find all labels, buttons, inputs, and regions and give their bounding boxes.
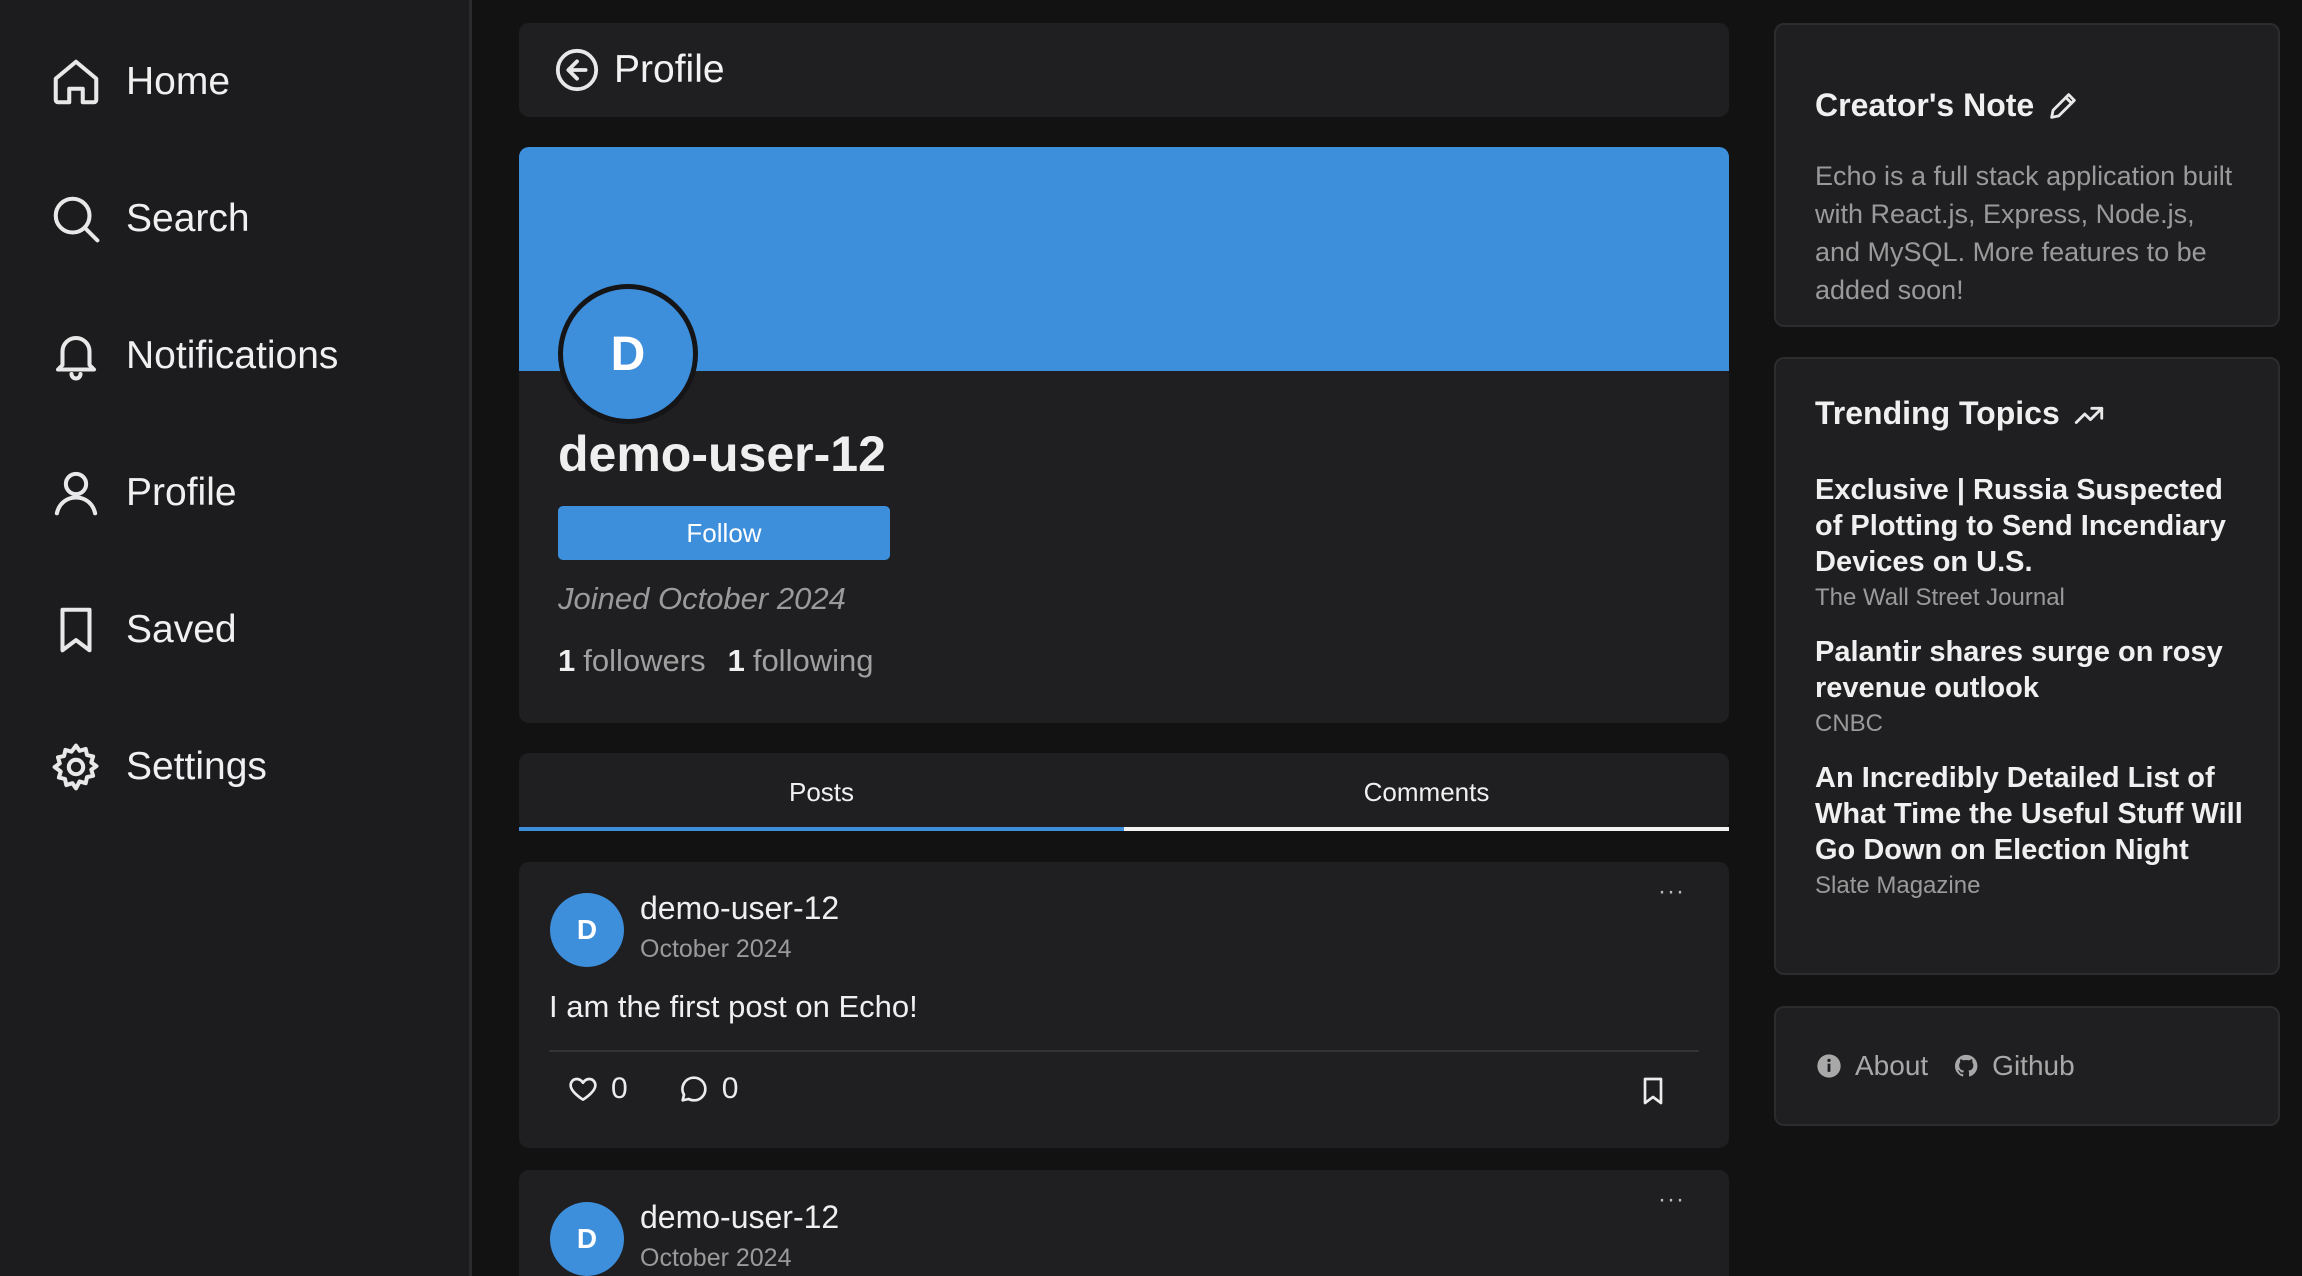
follow-stats: 1 followers 1 following xyxy=(558,643,873,679)
sidebar-item-search[interactable]: Search xyxy=(48,187,250,251)
profile-card: D demo-user-12 Follow Joined October 202… xyxy=(519,147,1729,723)
about-link[interactable]: About xyxy=(1815,1050,1928,1082)
creator-note-card: Creator's Note Echo is a full stack appl… xyxy=(1774,23,2280,327)
sidebar-item-label: Settings xyxy=(126,745,267,788)
post-author[interactable]: demo-user-12 xyxy=(640,1199,839,1236)
following-label: following xyxy=(752,643,874,678)
home-icon xyxy=(48,54,104,110)
post-card: D demo-user-12 October 2024 ··· I am the… xyxy=(519,862,1729,1148)
creator-note-text: Echo is a full stack application built w… xyxy=(1815,161,2233,305)
github-label: Github xyxy=(1992,1050,2075,1081)
followers-link[interactable]: 1 followers xyxy=(558,643,706,679)
post-actions: 0 0 xyxy=(567,1072,788,1106)
sidebar-item-label: Home xyxy=(126,60,231,103)
user-icon xyxy=(48,465,104,521)
tab-posts[interactable]: Posts xyxy=(519,753,1124,831)
profile-tabs: Posts Comments xyxy=(519,753,1729,831)
trending-title: Trending Topics xyxy=(1815,395,2106,432)
github-link[interactable]: Github xyxy=(1952,1050,2075,1082)
following-link[interactable]: 1 following xyxy=(728,643,874,679)
trending-card: Trending Topics Exclusive | Russia Suspe… xyxy=(1774,357,2280,975)
arrow-left-circle-icon xyxy=(555,48,599,92)
sidebar-item-profile[interactable]: Profile xyxy=(48,461,237,525)
sidebar-item-label: Profile xyxy=(126,471,237,514)
page-title: Profile xyxy=(614,48,725,91)
trending-item[interactable]: Palantir shares surge on rosy revenue ou… xyxy=(1815,634,2255,738)
trending-title-text: Trending Topics xyxy=(1815,395,2060,431)
followers-count: 1 xyxy=(558,643,576,678)
bookmark-icon xyxy=(48,602,104,658)
comment-icon xyxy=(680,1076,707,1102)
footer-links: About Github xyxy=(1815,1050,2099,1082)
creator-note-title-text: Creator's Note xyxy=(1815,87,2035,123)
more-options-button[interactable]: ··· xyxy=(1658,1186,1685,1214)
comment-button[interactable]: 0 xyxy=(678,1072,739,1106)
profile-username: demo-user-12 xyxy=(558,426,886,482)
sidebar-item-notifications[interactable]: Notifications xyxy=(48,324,338,388)
bell-icon xyxy=(48,328,104,384)
profile-banner xyxy=(519,147,1729,371)
github-icon xyxy=(1955,1054,1978,1077)
comment-count: 0 xyxy=(721,1072,739,1105)
gear-icon xyxy=(48,739,104,795)
tab-comments[interactable]: Comments xyxy=(1124,753,1729,831)
trending-item[interactable]: Exclusive | Russia Suspected of Plotting… xyxy=(1815,472,2255,612)
post-avatar[interactable]: D xyxy=(550,893,624,967)
sidebar-item-saved[interactable]: Saved xyxy=(48,598,237,662)
like-count: 0 xyxy=(611,1072,628,1105)
trending-source: Slate Magazine xyxy=(1815,872,1981,899)
sidebar-item-settings[interactable]: Settings xyxy=(48,735,267,799)
sidebar-item-home[interactable]: Home xyxy=(48,50,230,114)
pencil-icon xyxy=(2050,92,2076,119)
trending-source: CNBC xyxy=(1815,710,1884,737)
creator-note-title: Creator's Note xyxy=(1815,87,2080,124)
joined-date: Joined October 2024 xyxy=(558,581,846,616)
sidebar-item-label: Search xyxy=(126,197,250,240)
trending-up-icon xyxy=(2074,406,2103,424)
followers-label: followers xyxy=(583,643,706,678)
sidebar: Home Search Notifications Profile Saved xyxy=(0,0,472,1276)
about-label: About xyxy=(1855,1050,1929,1081)
heart-icon xyxy=(569,1077,597,1101)
search-icon xyxy=(48,191,104,247)
like-button[interactable]: 0 xyxy=(567,1072,628,1106)
trending-headline: Palantir shares surge on rosy revenue ou… xyxy=(1815,636,2223,704)
footer-card: About Github xyxy=(1774,1006,2280,1126)
trending-headline: An Incredibly Detailed List of What Time… xyxy=(1815,762,2243,866)
sidebar-item-label: Saved xyxy=(126,608,237,651)
page-header: Profile xyxy=(519,23,1729,117)
more-options-button[interactable]: ··· xyxy=(1658,878,1685,906)
sidebar-item-label: Notifications xyxy=(126,334,339,377)
trending-headline: Exclusive | Russia Suspected of Plotting… xyxy=(1815,474,2226,578)
back-button[interactable] xyxy=(554,47,600,93)
post-date: October 2024 xyxy=(640,1244,792,1272)
trending-source: The Wall Street Journal xyxy=(1815,584,2065,611)
post-avatar[interactable]: D xyxy=(550,1202,624,1276)
profile-avatar: D xyxy=(558,284,698,424)
trending-item[interactable]: An Incredibly Detailed List of What Time… xyxy=(1815,760,2255,900)
post-date: October 2024 xyxy=(640,935,792,963)
post-divider xyxy=(549,1050,1699,1052)
info-icon xyxy=(1817,1054,1841,1078)
post-text: I am the first post on Echo! xyxy=(549,989,918,1024)
post-author[interactable]: demo-user-12 xyxy=(640,890,839,927)
follow-button[interactable]: Follow xyxy=(558,506,890,560)
bookmark-icon xyxy=(1643,1077,1663,1105)
save-post-button[interactable] xyxy=(1637,1074,1669,1113)
app-root: Home Search Notifications Profile Saved xyxy=(0,0,2302,1276)
following-count: 1 xyxy=(727,643,745,678)
post-card: D demo-user-12 October 2024 ··· xyxy=(519,1170,1729,1276)
